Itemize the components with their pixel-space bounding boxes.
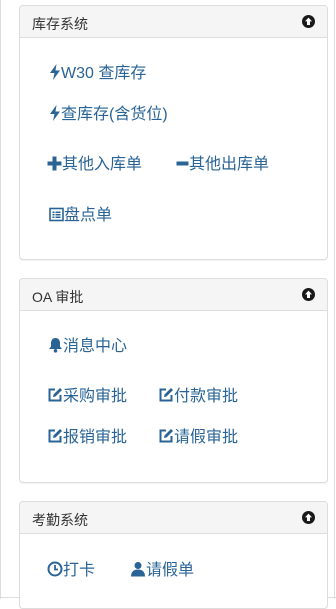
link-label: 查库存(含货位) — [61, 106, 168, 123]
panel-heading: 库存系统 — [20, 6, 327, 38]
frame-left-border — [0, 0, 1, 599]
collapse-up-icon[interactable] — [302, 511, 315, 524]
attendance-panel: 考勤系统 打卡 请假单 — [19, 501, 328, 609]
link-message-center[interactable]: 消息中心 — [48, 337, 127, 359]
link-w30-stock[interactable]: W30 查库存 — [49, 64, 146, 86]
link-leave-request[interactable]: 请假单 — [130, 561, 194, 583]
link-other-inbound[interactable]: 其他入库单 — [47, 155, 142, 177]
link-clock-in[interactable]: 打卡 — [47, 561, 95, 583]
edit-icon — [158, 428, 174, 450]
edit-icon — [47, 428, 63, 450]
link-label: 请假审批 — [174, 429, 239, 446]
link-label: 请假单 — [146, 562, 195, 579]
user-icon — [130, 561, 146, 583]
link-label: 其他入库单 — [62, 156, 143, 173]
inventory-panel: 库存系统 W30 查库存 查库存(含货位) 其他入库单 其他出库单 盘点单 — [19, 5, 328, 260]
link-label: 报销审批 — [63, 429, 128, 446]
edit-icon — [158, 387, 174, 409]
link-label: 打卡 — [63, 562, 96, 579]
panel-title: 考勤系统 — [32, 512, 88, 528]
link-stock-with-location[interactable]: 查库存(含货位) — [49, 105, 168, 127]
link-other-outbound[interactable]: 其他出库单 — [176, 155, 269, 177]
link-purchase-approval[interactable]: 采购审批 — [47, 387, 127, 409]
list-alt-icon — [49, 207, 64, 228]
panel-title: 库存系统 — [32, 16, 88, 32]
link-label: 消息中心 — [63, 338, 128, 355]
link-label: 采购审批 — [63, 388, 128, 405]
minus-icon — [176, 156, 189, 177]
link-label: 付款审批 — [174, 388, 239, 405]
link-leave-approval[interactable]: 请假审批 — [158, 428, 238, 450]
panel-heading: OA 审批 — [20, 279, 327, 311]
plus-icon — [47, 156, 62, 177]
link-label: 盘点单 — [64, 207, 113, 224]
bolt-icon — [49, 64, 61, 86]
panel-title: OA 审批 — [32, 289, 84, 305]
link-label: 其他出库单 — [189, 156, 270, 173]
link-payment-approval[interactable]: 付款审批 — [158, 387, 238, 409]
link-reimbursement-approval[interactable]: 报销审批 — [47, 428, 127, 450]
panel-heading: 考勤系统 — [20, 502, 327, 534]
bolt-icon — [49, 105, 61, 127]
collapse-up-icon[interactable] — [302, 288, 315, 301]
edit-icon — [47, 387, 63, 409]
collapse-up-icon[interactable] — [302, 15, 315, 28]
oa-approval-panel: OA 审批 消息中心 采购审批 付款审批 报销审批 请假审批 — [19, 278, 328, 483]
link-label: W30 查库存 — [61, 65, 147, 82]
bell-icon — [48, 337, 63, 359]
link-stocktake[interactable]: 盘点单 — [49, 206, 112, 228]
clock-icon — [47, 561, 63, 583]
frame-right-border — [334, 0, 335, 599]
